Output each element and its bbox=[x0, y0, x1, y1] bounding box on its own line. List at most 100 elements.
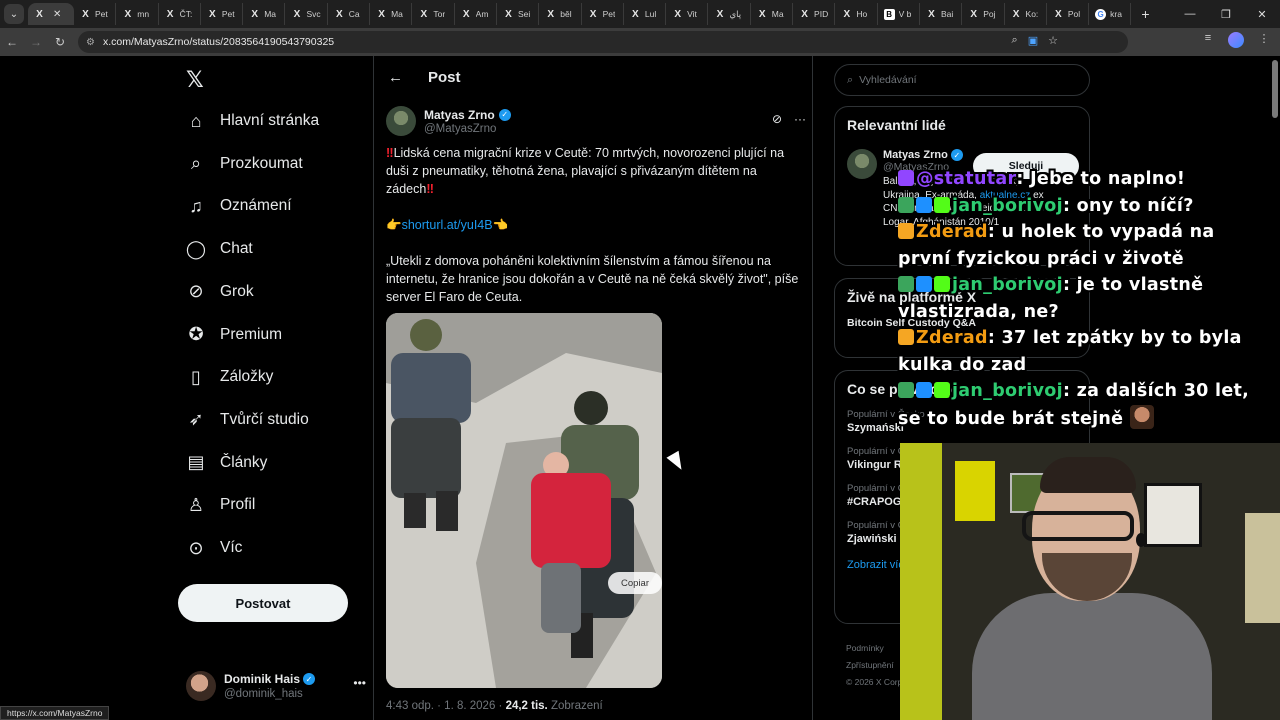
bookmark-star-icon[interactable]: ☆ bbox=[1048, 34, 1058, 47]
post-timestamp[interactable]: 4:43 odp. · 1. 8. 2026 · bbox=[386, 700, 506, 712]
search-input[interactable] bbox=[859, 74, 1060, 86]
browser-tab[interactable]: X Poj bbox=[962, 3, 1005, 25]
pointing-hand-icon: 👈 bbox=[492, 218, 509, 232]
account-switcher[interactable]: Dominik Hais ✓ @dominik_hais ••• bbox=[186, 668, 366, 704]
nav-item[interactable]: ⌂ Hlavní stránka bbox=[186, 101, 320, 141]
browser-tab[interactable]: X Pet bbox=[582, 3, 624, 25]
accessibility-link[interactable]: Zpřístupnění bbox=[846, 657, 905, 674]
browser-tab[interactable]: X Ma bbox=[370, 3, 413, 25]
browser-tab[interactable]: X PID bbox=[793, 3, 836, 25]
author-avatar[interactable] bbox=[386, 106, 416, 136]
x-favicon-icon: X bbox=[970, 8, 978, 20]
author-handle[interactable]: @MatyasZrno bbox=[424, 123, 511, 135]
bookmark-icon: ▯ bbox=[191, 366, 201, 387]
x-logo-icon[interactable]: 𝕏 bbox=[186, 67, 204, 93]
nav-item[interactable]: ⊙ Víc bbox=[186, 528, 242, 568]
reload-button[interactable]: ↻ bbox=[48, 35, 72, 49]
chat-emote-icon bbox=[1129, 404, 1154, 429]
x-favicon-icon: X bbox=[124, 8, 132, 20]
more-options-icon[interactable]: ··· bbox=[794, 112, 806, 126]
x-favicon-icon: X bbox=[674, 8, 681, 20]
browser-tab[interactable]: X ✕ bbox=[28, 3, 74, 25]
x-favicon-icon: B bbox=[883, 8, 895, 20]
chat-badge-icon bbox=[898, 170, 914, 186]
double-exclamation-icon: ‼ bbox=[386, 146, 394, 160]
chat-icon: ◯ bbox=[185, 238, 207, 259]
person-name[interactable]: Matyas Zrno bbox=[883, 149, 948, 161]
avatar[interactable] bbox=[847, 149, 877, 179]
site-info-icon[interactable]: ⚙ bbox=[86, 37, 95, 48]
browser-tab[interactable]: X Svc bbox=[285, 3, 328, 25]
author-name[interactable]: Matyas Zrno bbox=[424, 108, 495, 122]
browser-tab[interactable]: X Pet bbox=[201, 3, 244, 25]
chat-badge-icon bbox=[898, 382, 914, 398]
post-photo[interactable]: Copiar bbox=[386, 313, 662, 688]
search-box[interactable]: ⌕ bbox=[834, 64, 1090, 96]
browser-tab[interactable]: X Ca bbox=[328, 3, 371, 25]
minimize-button[interactable]: — bbox=[1172, 0, 1208, 28]
primary-navigation: 𝕏 ⌂ Hlavní stránka ⌕ Prozkoumat ♫ Oznámení ◯ Ch… bbox=[178, 56, 373, 720]
nav-item[interactable]: ♫ Oznámení bbox=[186, 186, 291, 226]
browser-tab[interactable]: X پاي bbox=[708, 3, 751, 25]
browser-menu-icon[interactable]: ⋮ bbox=[1256, 32, 1272, 51]
nav-item[interactable]: ⌕ Prozkoumat bbox=[186, 144, 303, 184]
tab-title: Ko: bbox=[1025, 9, 1039, 19]
nav-item[interactable]: ♙ Profil bbox=[186, 485, 255, 525]
close-tab-icon[interactable]: ✕ bbox=[53, 9, 61, 20]
browser-tab[interactable]: X Vit bbox=[666, 3, 709, 25]
x-favicon-icon: X bbox=[378, 8, 385, 20]
close-window-button[interactable]: ✕ bbox=[1244, 0, 1280, 28]
forward-button[interactable]: → bbox=[24, 35, 48, 49]
x-favicon-icon: X bbox=[843, 8, 851, 20]
nav-item[interactable]: ⊘ Grok bbox=[186, 272, 254, 312]
browser-tab[interactable]: X Bai bbox=[920, 3, 963, 25]
chat-badge-icon bbox=[934, 276, 950, 292]
browser-tab[interactable]: X Lul bbox=[624, 3, 667, 25]
browser-tab[interactable]: X Sei bbox=[497, 3, 540, 25]
browser-tab[interactable]: Xběl bbox=[539, 3, 582, 25]
more-options-icon[interactable]: ••• bbox=[353, 676, 366, 690]
browser-tab[interactable]: X Ma bbox=[751, 3, 794, 25]
tab-search-menu-button[interactable]: ⌄ bbox=[4, 4, 24, 24]
scrollbar[interactable] bbox=[1272, 60, 1278, 118]
back-button[interactable]: ← bbox=[0, 35, 24, 49]
chat-badge-icon bbox=[916, 276, 932, 292]
x-favicon-icon: X bbox=[209, 8, 216, 20]
post-link[interactable]: shorturl.at/yuI4B bbox=[402, 218, 493, 232]
browser-tab[interactable]: X Pet bbox=[74, 3, 117, 25]
terms-link[interactable]: Podmínky bbox=[846, 640, 905, 657]
browser-tab[interactable]: X Ma bbox=[243, 3, 286, 25]
nav-item-label: Víc bbox=[220, 539, 243, 556]
nav-item[interactable]: ➶ Tvůrčí studio bbox=[186, 400, 308, 440]
nav-item[interactable]: ◯ Chat bbox=[186, 229, 253, 269]
new-tab-button[interactable]: + bbox=[1135, 6, 1155, 22]
post-button[interactable]: Postovat bbox=[178, 584, 348, 622]
restore-button[interactable]: ❐ bbox=[1208, 0, 1244, 28]
media-control-icon[interactable]: ≡ bbox=[1200, 32, 1216, 51]
browser-tab[interactable]: X Am bbox=[455, 3, 497, 25]
browser-tab[interactable]: X Tor bbox=[412, 3, 455, 25]
address-bar[interactable]: ⚙ x.com/MatyasZrno/status/20835641905437… bbox=[78, 31, 1128, 53]
install-app-icon[interactable]: ▣ bbox=[1028, 34, 1038, 47]
grok-icon: ⊘ bbox=[188, 281, 204, 302]
browser-tab[interactable]: X Pol bbox=[1047, 3, 1090, 25]
grok-icon[interactable]: ⊘ bbox=[772, 112, 782, 126]
browser-tab[interactable]: Xmn bbox=[116, 3, 159, 25]
translate-image-button[interactable]: Copiar bbox=[608, 572, 662, 594]
browser-tab[interactable]: Gkra bbox=[1089, 3, 1132, 25]
nav-item[interactable]: ▤ Články bbox=[186, 443, 267, 483]
browser-tab[interactable]: X ČT: bbox=[159, 3, 201, 25]
nav-item[interactable]: ✪ Premium bbox=[186, 315, 282, 355]
browser-tab[interactable]: X Ko: bbox=[1005, 3, 1047, 25]
chat-message: Zderad: 37 let zpátky by to byla kulka d… bbox=[898, 325, 1268, 378]
browser-tab[interactable]: BV b bbox=[878, 3, 920, 25]
chat-username: Zderad bbox=[916, 222, 988, 242]
account-handle: @dominik_hais bbox=[224, 688, 303, 700]
nav-item[interactable]: ▯ Záložky bbox=[186, 357, 273, 397]
profile-avatar[interactable] bbox=[1228, 32, 1244, 51]
browser-tab[interactable]: X Ho bbox=[835, 3, 878, 25]
zoom-icon[interactable]: ⌕ bbox=[1012, 34, 1018, 47]
chat-username: jan_borivoj bbox=[952, 195, 1063, 216]
back-arrow-icon[interactable]: ← bbox=[388, 69, 404, 86]
nav-item-label: Grok bbox=[220, 282, 254, 300]
